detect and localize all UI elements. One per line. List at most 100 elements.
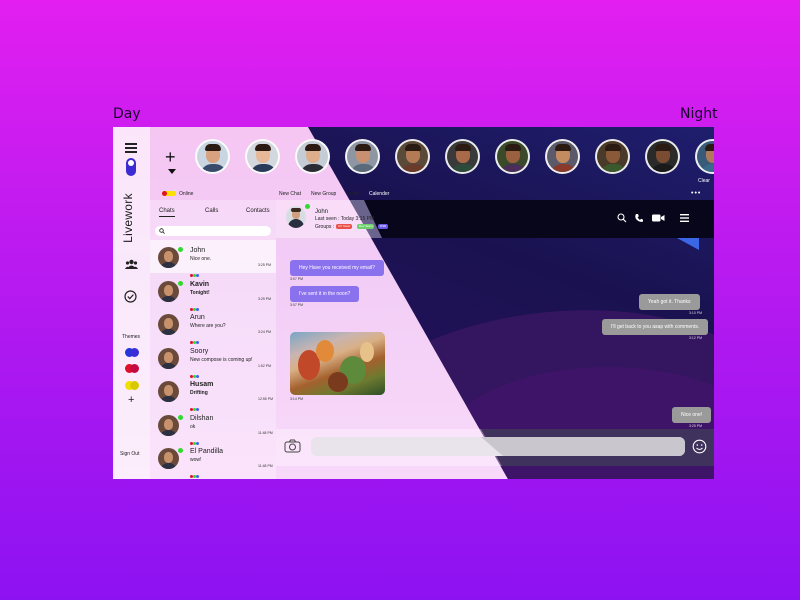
chat-time: 3:24 PM <box>258 330 272 334</box>
sign-out-button[interactable]: Sign Out <box>120 451 139 457</box>
chat-list-item[interactable]: John Nice one. 3:25 PM <box>150 240 276 277</box>
chat-name: Dilshan <box>190 414 214 422</box>
new-group-link[interactable]: New Group <box>311 191 336 197</box>
shared-image[interactable] <box>290 332 385 395</box>
group-people-icon[interactable] <box>125 259 138 270</box>
tab-calls[interactable]: Calls <box>205 208 218 214</box>
chat-list-item[interactable]: Soory New compose is coming up! 1:52 PM <box>150 341 276 378</box>
search-icon[interactable] <box>617 213 627 223</box>
chat-list-item[interactable]: Kavin Tonight! 3:25 PM <box>150 274 276 311</box>
story-avatar[interactable] <box>545 139 580 174</box>
chat-avatar <box>158 414 179 436</box>
message-bubble-out[interactable]: Yeah got it. Thanks <box>639 294 700 310</box>
chat-list-item[interactable]: Arun Where are you? 3:24 PM <box>150 307 276 344</box>
group-tag[interactable]: Dev Team <box>357 224 375 229</box>
last-seen: Last seen : Today 3:15 PM <box>315 216 375 222</box>
online-indicator <box>178 247 183 252</box>
night-mode-label: Night <box>680 106 718 122</box>
read-status-icon <box>190 398 199 411</box>
read-status-icon <box>190 298 199 311</box>
online-indicator <box>178 280 183 286</box>
chat-preview: New compose is coming up! <box>190 356 253 363</box>
left-rail: Livework Themes + Sign Out <box>113 127 150 479</box>
hamburger-menu-icon[interactable] <box>680 213 689 223</box>
story-avatar[interactable] <box>595 139 630 174</box>
invite-link[interactable]: Invite <box>347 191 359 197</box>
chat-avatar <box>158 448 179 469</box>
chat-name: Husam <box>190 381 214 388</box>
chat-avatar <box>158 347 179 369</box>
tab-chats[interactable]: Chats <box>159 208 175 217</box>
message-time: 3:07 PM <box>290 303 304 307</box>
story-avatar[interactable] <box>395 139 430 174</box>
chat-list-item[interactable]: El Pandilla wow! 11:48 PM <box>150 441 276 478</box>
chat-name: Kavin <box>190 280 210 288</box>
chat-preview: Tonight! <box>190 289 210 296</box>
pinned-corner-icon <box>677 238 699 250</box>
brand-name: Livework <box>120 193 135 243</box>
search-input[interactable] <box>155 226 271 236</box>
chat-preview: Drifting <box>190 390 208 396</box>
message-bubble-out[interactable]: Nice one! <box>672 407 712 423</box>
chat-time: 1:52 PM <box>258 363 272 368</box>
new-chat-link[interactable]: New Chat <box>279 191 301 197</box>
chat-preview: ok <box>190 423 196 430</box>
chat-name: El Pandilla <box>190 448 224 455</box>
theme-swatch-yellow[interactable] <box>125 381 139 390</box>
camera-icon[interactable] <box>284 439 301 453</box>
calendar-link[interactable]: Calender <box>369 191 389 197</box>
contact-avatar[interactable] <box>286 206 306 228</box>
story-avatar[interactable] <box>495 139 530 174</box>
emoji-icon[interactable] <box>692 439 707 454</box>
video-call-icon[interactable] <box>652 213 665 223</box>
chat-avatar <box>158 280 179 302</box>
tab-contacts[interactable]: Contacts <box>246 208 270 214</box>
message-bubble-in[interactable]: Hey Have you received my email? <box>290 260 384 276</box>
new-story-button[interactable]: + <box>165 147 176 168</box>
hamburger-menu-icon[interactable] <box>125 143 137 153</box>
chat-list-item[interactable]: Husam Drifting 12:55 PM <box>150 374 276 411</box>
app-window: Livework Themes + Sign Out + Clear Onlin… <box>113 127 714 479</box>
message-bubble-in[interactable]: I've sent it in the noon? <box>290 286 360 302</box>
day-mode-label: Day <box>113 106 141 122</box>
groups-label: Groups : <box>315 224 335 230</box>
clear-label[interactable]: Clear <box>698 178 710 184</box>
chat-time: 11:48 PM <box>258 430 273 435</box>
online-indicator <box>178 414 183 420</box>
message-bubble-out[interactable]: I'll get back to you asap with comments. <box>602 319 709 335</box>
group-tag[interactable]: UX Team <box>336 224 353 229</box>
online-indicator <box>178 448 183 453</box>
story-avatar[interactable] <box>195 139 230 174</box>
chevron-down-icon[interactable] <box>168 169 176 174</box>
chat-preview: wow! <box>190 457 202 463</box>
phone-icon[interactable] <box>634 213 644 223</box>
chat-name: John <box>190 247 206 254</box>
tasks-check-icon[interactable] <box>124 290 137 303</box>
story-avatar[interactable] <box>345 139 380 174</box>
story-avatar[interactable] <box>445 139 480 174</box>
themes-label: Themes <box>122 334 141 340</box>
story-avatar[interactable] <box>645 139 680 174</box>
story-avatar[interactable] <box>245 139 280 174</box>
chat-list-item[interactable]: Dilshan ok 11:48 PM <box>150 408 276 445</box>
group-tag[interactable]: DSR <box>378 224 389 229</box>
read-status-icon <box>190 331 199 344</box>
chat-avatar <box>158 381 179 402</box>
chat-name: Arun <box>190 314 205 321</box>
chat-avatar <box>158 314 179 335</box>
chat-name: Soory <box>190 347 209 355</box>
chat-time: 12:55 PM <box>258 397 273 401</box>
story-avatar[interactable] <box>295 139 330 174</box>
theme-swatch-blue[interactable] <box>125 348 139 357</box>
status-bar: Online New Chat New Group Invite Calende… <box>150 188 714 200</box>
theme-swatch-red[interactable] <box>125 364 139 373</box>
brand-logo: Livework <box>117 191 145 247</box>
day-night-toggle[interactable] <box>126 158 136 176</box>
message-time: 3:12 PM <box>689 336 703 340</box>
search-icon <box>159 228 165 234</box>
add-theme-button[interactable]: + <box>128 394 134 406</box>
read-status-icon <box>190 365 199 378</box>
online-status-label: Online <box>179 191 194 197</box>
more-options-icon[interactable]: ••• <box>691 190 701 197</box>
online-status-toggle[interactable] <box>162 191 176 196</box>
